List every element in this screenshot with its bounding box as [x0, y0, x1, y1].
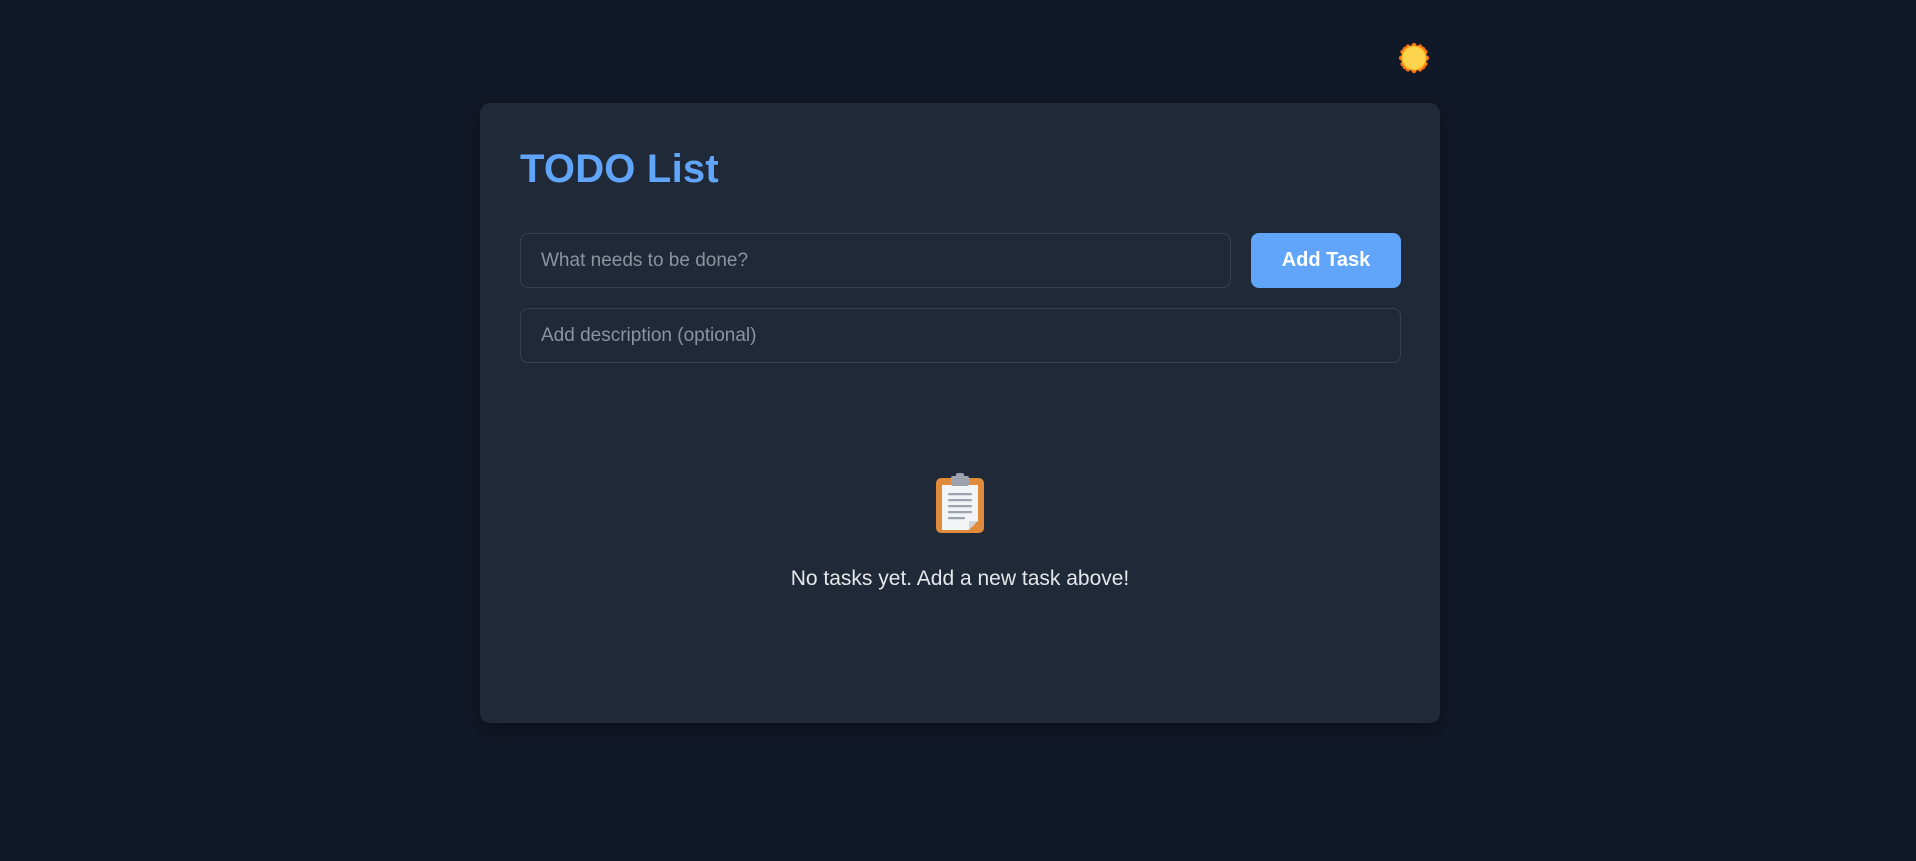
- add-task-button[interactable]: Add Task: [1251, 233, 1401, 288]
- sun-icon: [1398, 42, 1430, 74]
- description-input[interactable]: [520, 308, 1401, 363]
- page-title: TODO List: [520, 147, 719, 191]
- empty-state-message: No tasks yet. Add a new task above!: [790, 567, 1130, 590]
- theme-toggle-button[interactable]: [1398, 42, 1430, 74]
- clipboard-icon: [936, 473, 984, 533]
- todo-card: TODO List Add Task No tasks yet. Add a n…: [480, 103, 1440, 723]
- empty-state: No tasks yet. Add a new task above!: [480, 473, 1440, 591]
- task-input[interactable]: [520, 233, 1231, 288]
